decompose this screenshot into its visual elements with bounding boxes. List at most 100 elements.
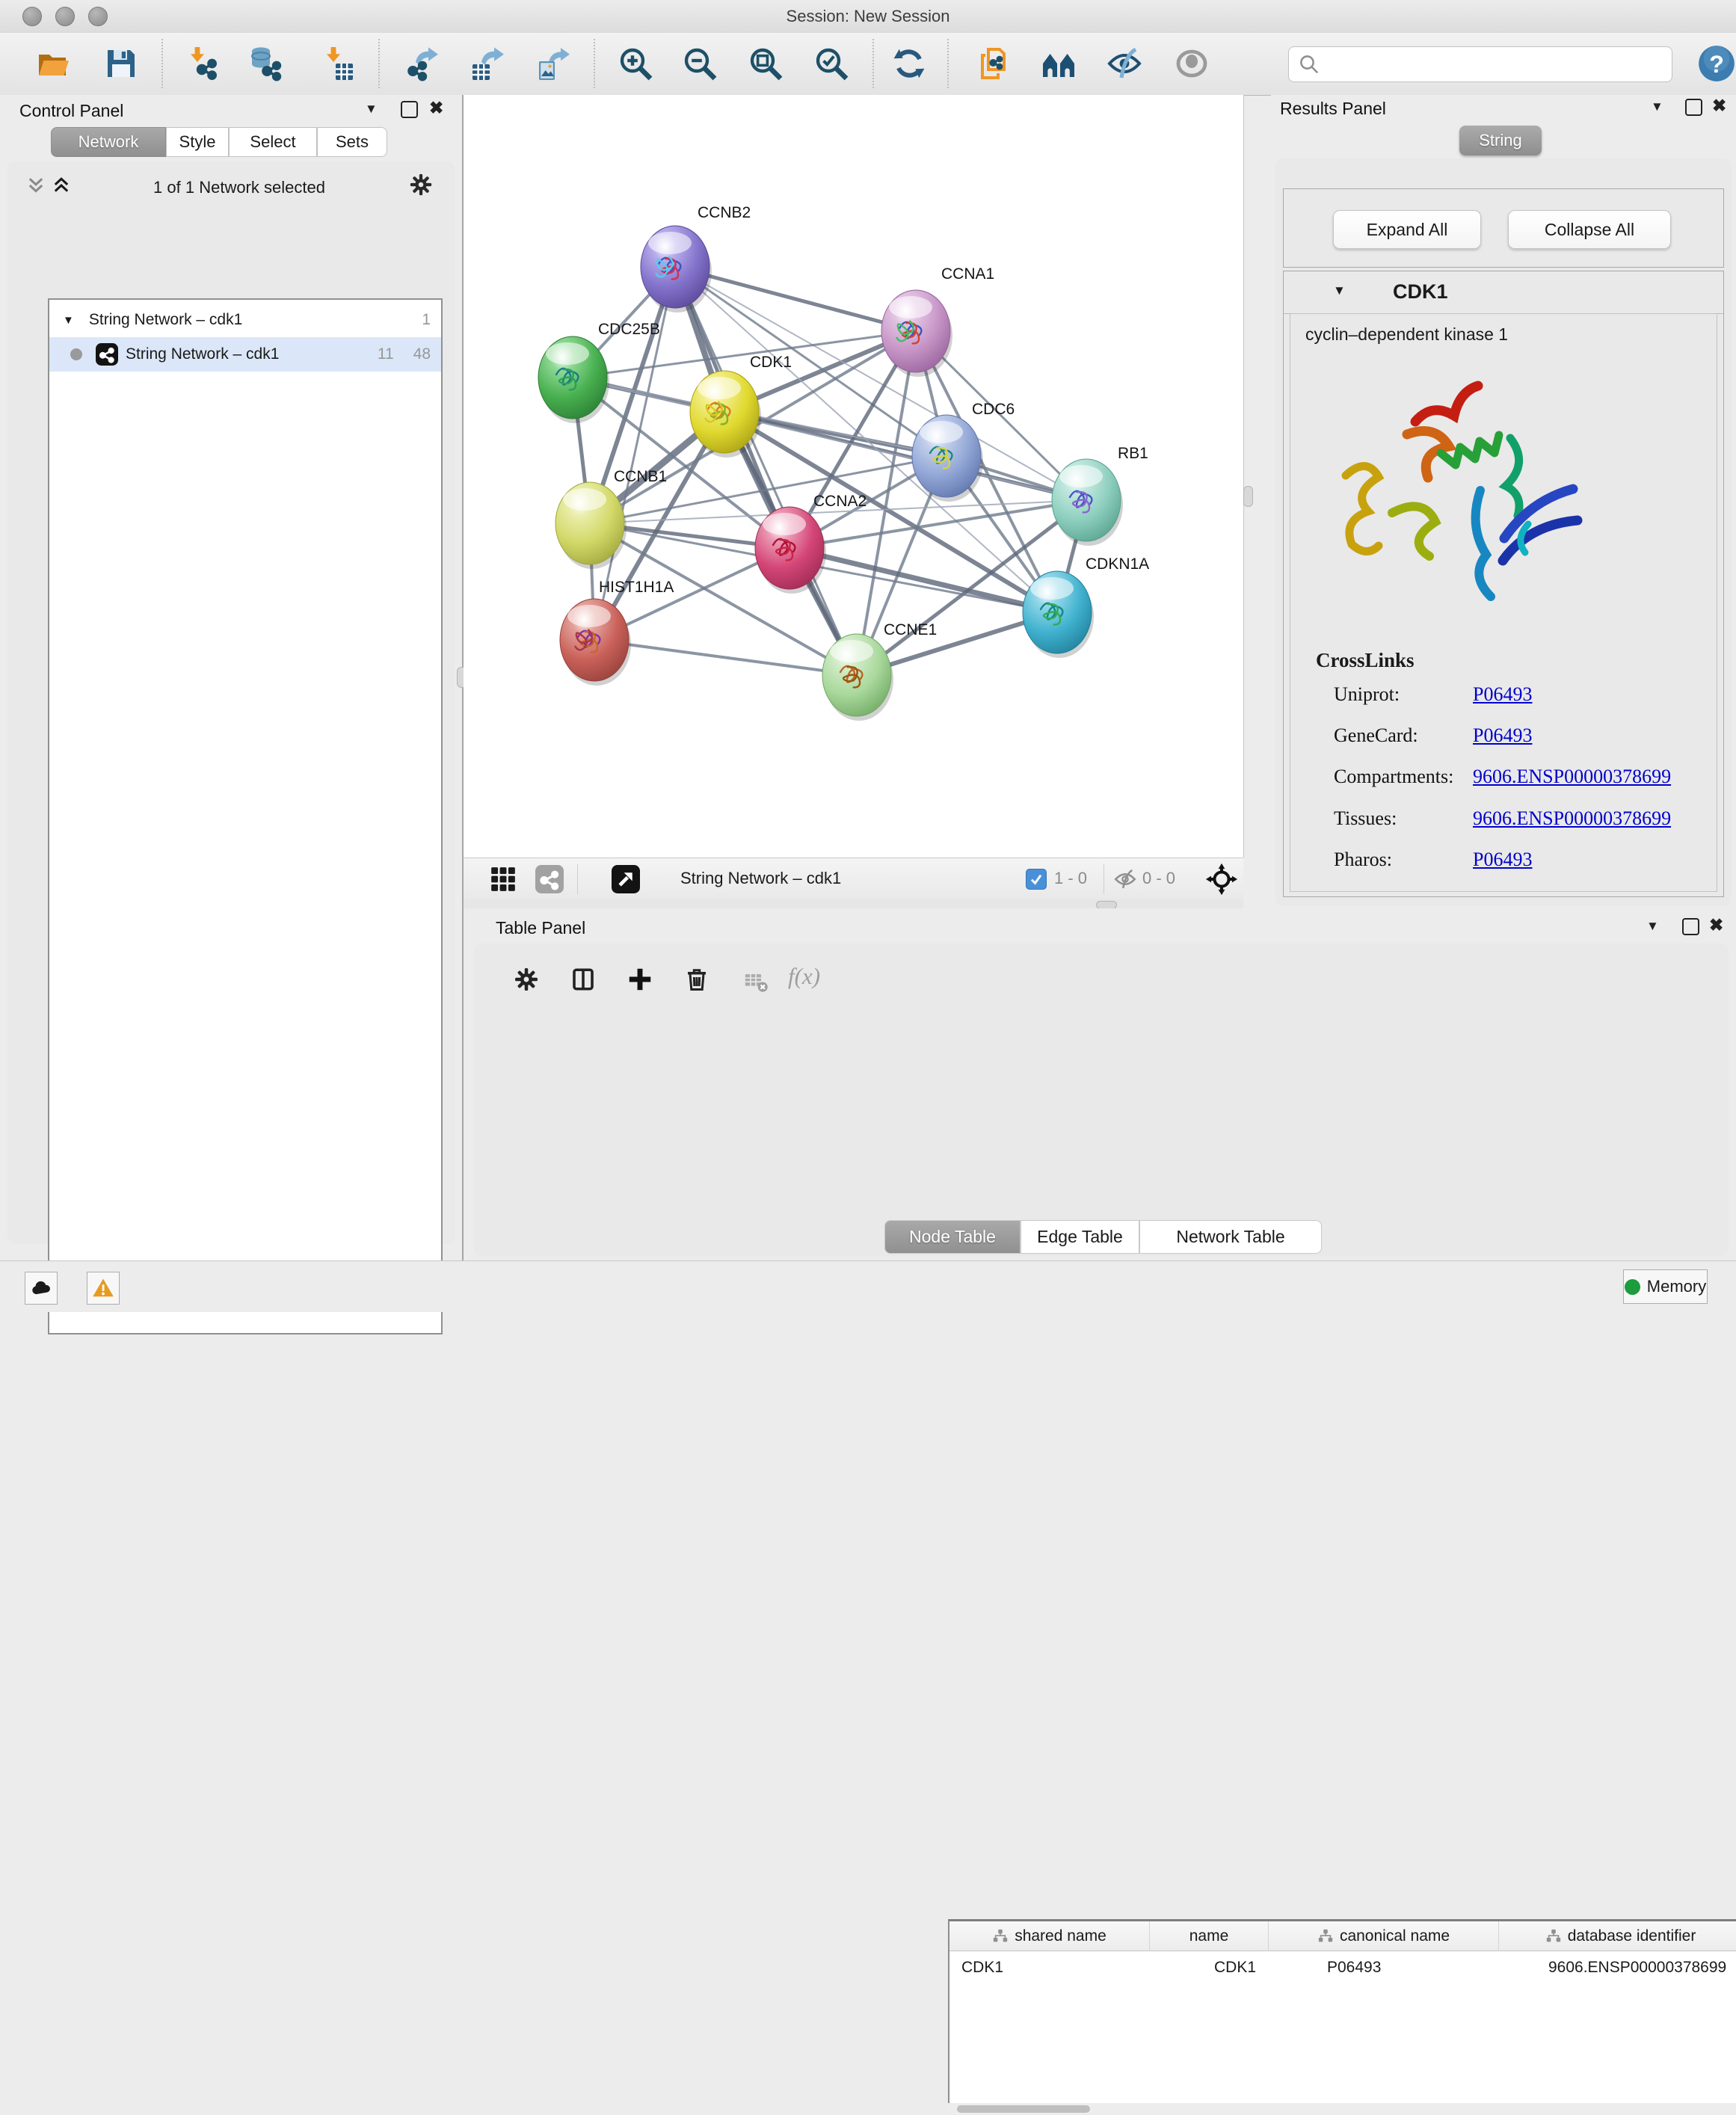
zoom-out-icon[interactable] [679,43,721,84]
expand-all-networks-icon[interactable] [51,175,72,200]
table-cell[interactable]: 9606.ENSP00000378699 [1499,1951,1736,1984]
graph-node-label: HIST1H1A [599,579,674,596]
column-header-canonical-name[interactable]: canonical name [1269,1921,1499,1951]
network-row-selected[interactable]: String Network – cdk1 11 48 [49,337,441,372]
network-edge-count: 48 [413,345,431,363]
apply-layout-icon[interactable] [888,43,930,84]
delete-column-trash-icon[interactable] [683,966,710,997]
zoom-selected-icon[interactable] [810,43,852,84]
tab-style[interactable]: Style [166,127,229,157]
crosslink-label: Pharos: [1334,849,1392,871]
table-panel-close-icon[interactable]: ✖ [1709,917,1723,933]
add-column-icon[interactable] [627,966,653,997]
control-panel-float-icon[interactable] [401,101,418,118]
import-table-file-icon[interactable] [316,43,357,84]
pharos-link[interactable]: P06493 [1473,849,1532,871]
tab-edge-table[interactable]: Edge Table [1021,1220,1139,1254]
memory-button[interactable]: Memory [1623,1269,1708,1304]
table-panel-float-icon[interactable] [1682,918,1699,935]
help-icon[interactable]: ? [1696,43,1736,84]
network-graph[interactable]: CCNB2CCNA1CDC25BCDK1CDC6RB1CCNB1CCNA2CDK… [464,95,1243,858]
copy-network-icon[interactable] [973,43,1015,84]
graph-node-CDKN1A[interactable]: CDKN1A [1023,555,1149,658]
network-canvas[interactable]: CCNB2CCNA1CDC25BCDK1CDC6RB1CCNB1CCNA2CDK… [464,95,1244,858]
crosslinks-heading: CrossLinks [1316,649,1415,672]
results-panel-float-icon[interactable] [1685,99,1702,116]
scrollbar-thumb[interactable] [957,2105,1090,2113]
zoom-in-icon[interactable] [615,43,656,84]
gene-entry-body: cyclin–dependent kinase 1 [1290,313,1717,892]
tab-sets[interactable]: Sets [317,127,387,157]
crosslink-label: GeneCard: [1334,724,1418,747]
show-columns-icon[interactable] [570,966,597,997]
network-collection-row[interactable]: ▼ String Network – cdk1 1 [49,303,441,337]
cloud-button[interactable] [25,1272,58,1305]
tab-select[interactable]: Select [229,127,317,157]
results-panel-collapse-icon[interactable]: ▼ [1651,99,1663,114]
tissues-link[interactable]: 9606.ENSP00000378699 [1473,807,1671,830]
collapse-all-button[interactable]: Collapse All [1508,210,1671,249]
graph-node-HIST1H1A[interactable]: HIST1H1A [560,579,674,686]
network-share-icon[interactable] [535,865,564,897]
tab-network-table[interactable]: Network Table [1139,1220,1322,1254]
table-horizontal-scrollbar[interactable] [948,2103,1736,2115]
grid-view-icon[interactable] [489,865,517,897]
graph-node-label: CCNB2 [698,204,751,221]
graph-node-CCNB2[interactable]: CCNB2 [641,204,751,313]
import-network-file-icon[interactable] [179,43,221,84]
collapse-all-networks-icon[interactable] [25,175,46,200]
hide-selected-icon[interactable] [1104,43,1145,84]
export-network-icon[interactable] [401,43,443,84]
column-header-database-identifier[interactable]: database identifier [1499,1921,1736,1951]
memory-label: Memory [1647,1277,1706,1296]
toolbar-separator [594,39,595,88]
selected-checkbox[interactable] [1026,869,1047,890]
navigator-icon[interactable] [1205,863,1238,899]
right-splitter-handle[interactable] [1243,486,1253,507]
memory-status-dot [1625,1279,1640,1295]
horizontal-splitter[interactable] [464,899,1243,908]
column-header-name[interactable]: name [1150,1921,1269,1951]
collection-expander-icon[interactable]: ▼ [63,314,74,327]
tab-network[interactable]: Network [51,127,166,157]
table-gear-icon[interactable] [513,966,540,997]
detach-view-icon[interactable] [612,865,640,897]
graph-node-CCNA1[interactable]: CCNA1 [881,265,994,377]
tab-node-table[interactable]: Node Table [884,1220,1021,1254]
gene-expander-icon[interactable]: ▼ [1333,283,1346,298]
status-bar: Memory [0,1260,1736,1312]
table-cell[interactable]: CDK1 [1150,1951,1269,1984]
expand-all-button[interactable]: Expand All [1333,210,1481,249]
first-neighbors-icon[interactable] [1038,43,1080,84]
gene-entry-header[interactable]: ▼ CDK1 [1284,271,1723,314]
graph-node-CCNB1[interactable]: CCNB1 [555,468,667,569]
table-cell[interactable]: CDK1 [949,1951,1150,1984]
zoom-fit-icon[interactable] [745,43,787,84]
column-header-shared-name[interactable]: shared name [949,1921,1150,1951]
results-panel-close-icon[interactable]: ✖ [1712,97,1726,114]
crosslink-label: Uniprot: [1334,683,1400,706]
string-results-container: Expand All Collapse All ▼ CDK1 cyclin–de… [1275,158,1732,906]
warning-button[interactable] [87,1272,120,1305]
graph-edge-HIST1H1A-CCNE1[interactable] [594,640,857,675]
export-table-icon[interactable] [467,43,508,84]
control-panel-collapse-icon[interactable]: ▼ [365,102,378,117]
column-type-icon [992,1928,1009,1945]
compartments-link[interactable]: 9606.ENSP00000378699 [1473,766,1671,788]
graph-edge-CCNB2-CCNE1[interactable] [675,267,857,675]
network-options-gear-icon[interactable] [408,172,434,201]
export-image-icon[interactable] [532,43,574,84]
uniprot-link[interactable]: P06493 [1473,683,1532,706]
table-panel-collapse-icon[interactable]: ▼ [1646,919,1659,934]
control-panel-close-icon[interactable]: ✖ [429,99,443,116]
graph-node-RB1[interactable]: RB1 [1052,445,1148,546]
graph-node-label: CCNB1 [614,468,667,485]
genecard-link[interactable]: P06493 [1473,724,1532,747]
open-session-icon[interactable] [33,43,75,84]
tab-string[interactable]: String [1459,126,1542,156]
save-session-icon[interactable] [100,43,142,84]
search-input[interactable] [1326,54,1672,75]
import-network-database-icon[interactable] [244,43,286,84]
table-cell[interactable]: P06493 [1269,1951,1499,1984]
warning-icon [92,1277,114,1299]
